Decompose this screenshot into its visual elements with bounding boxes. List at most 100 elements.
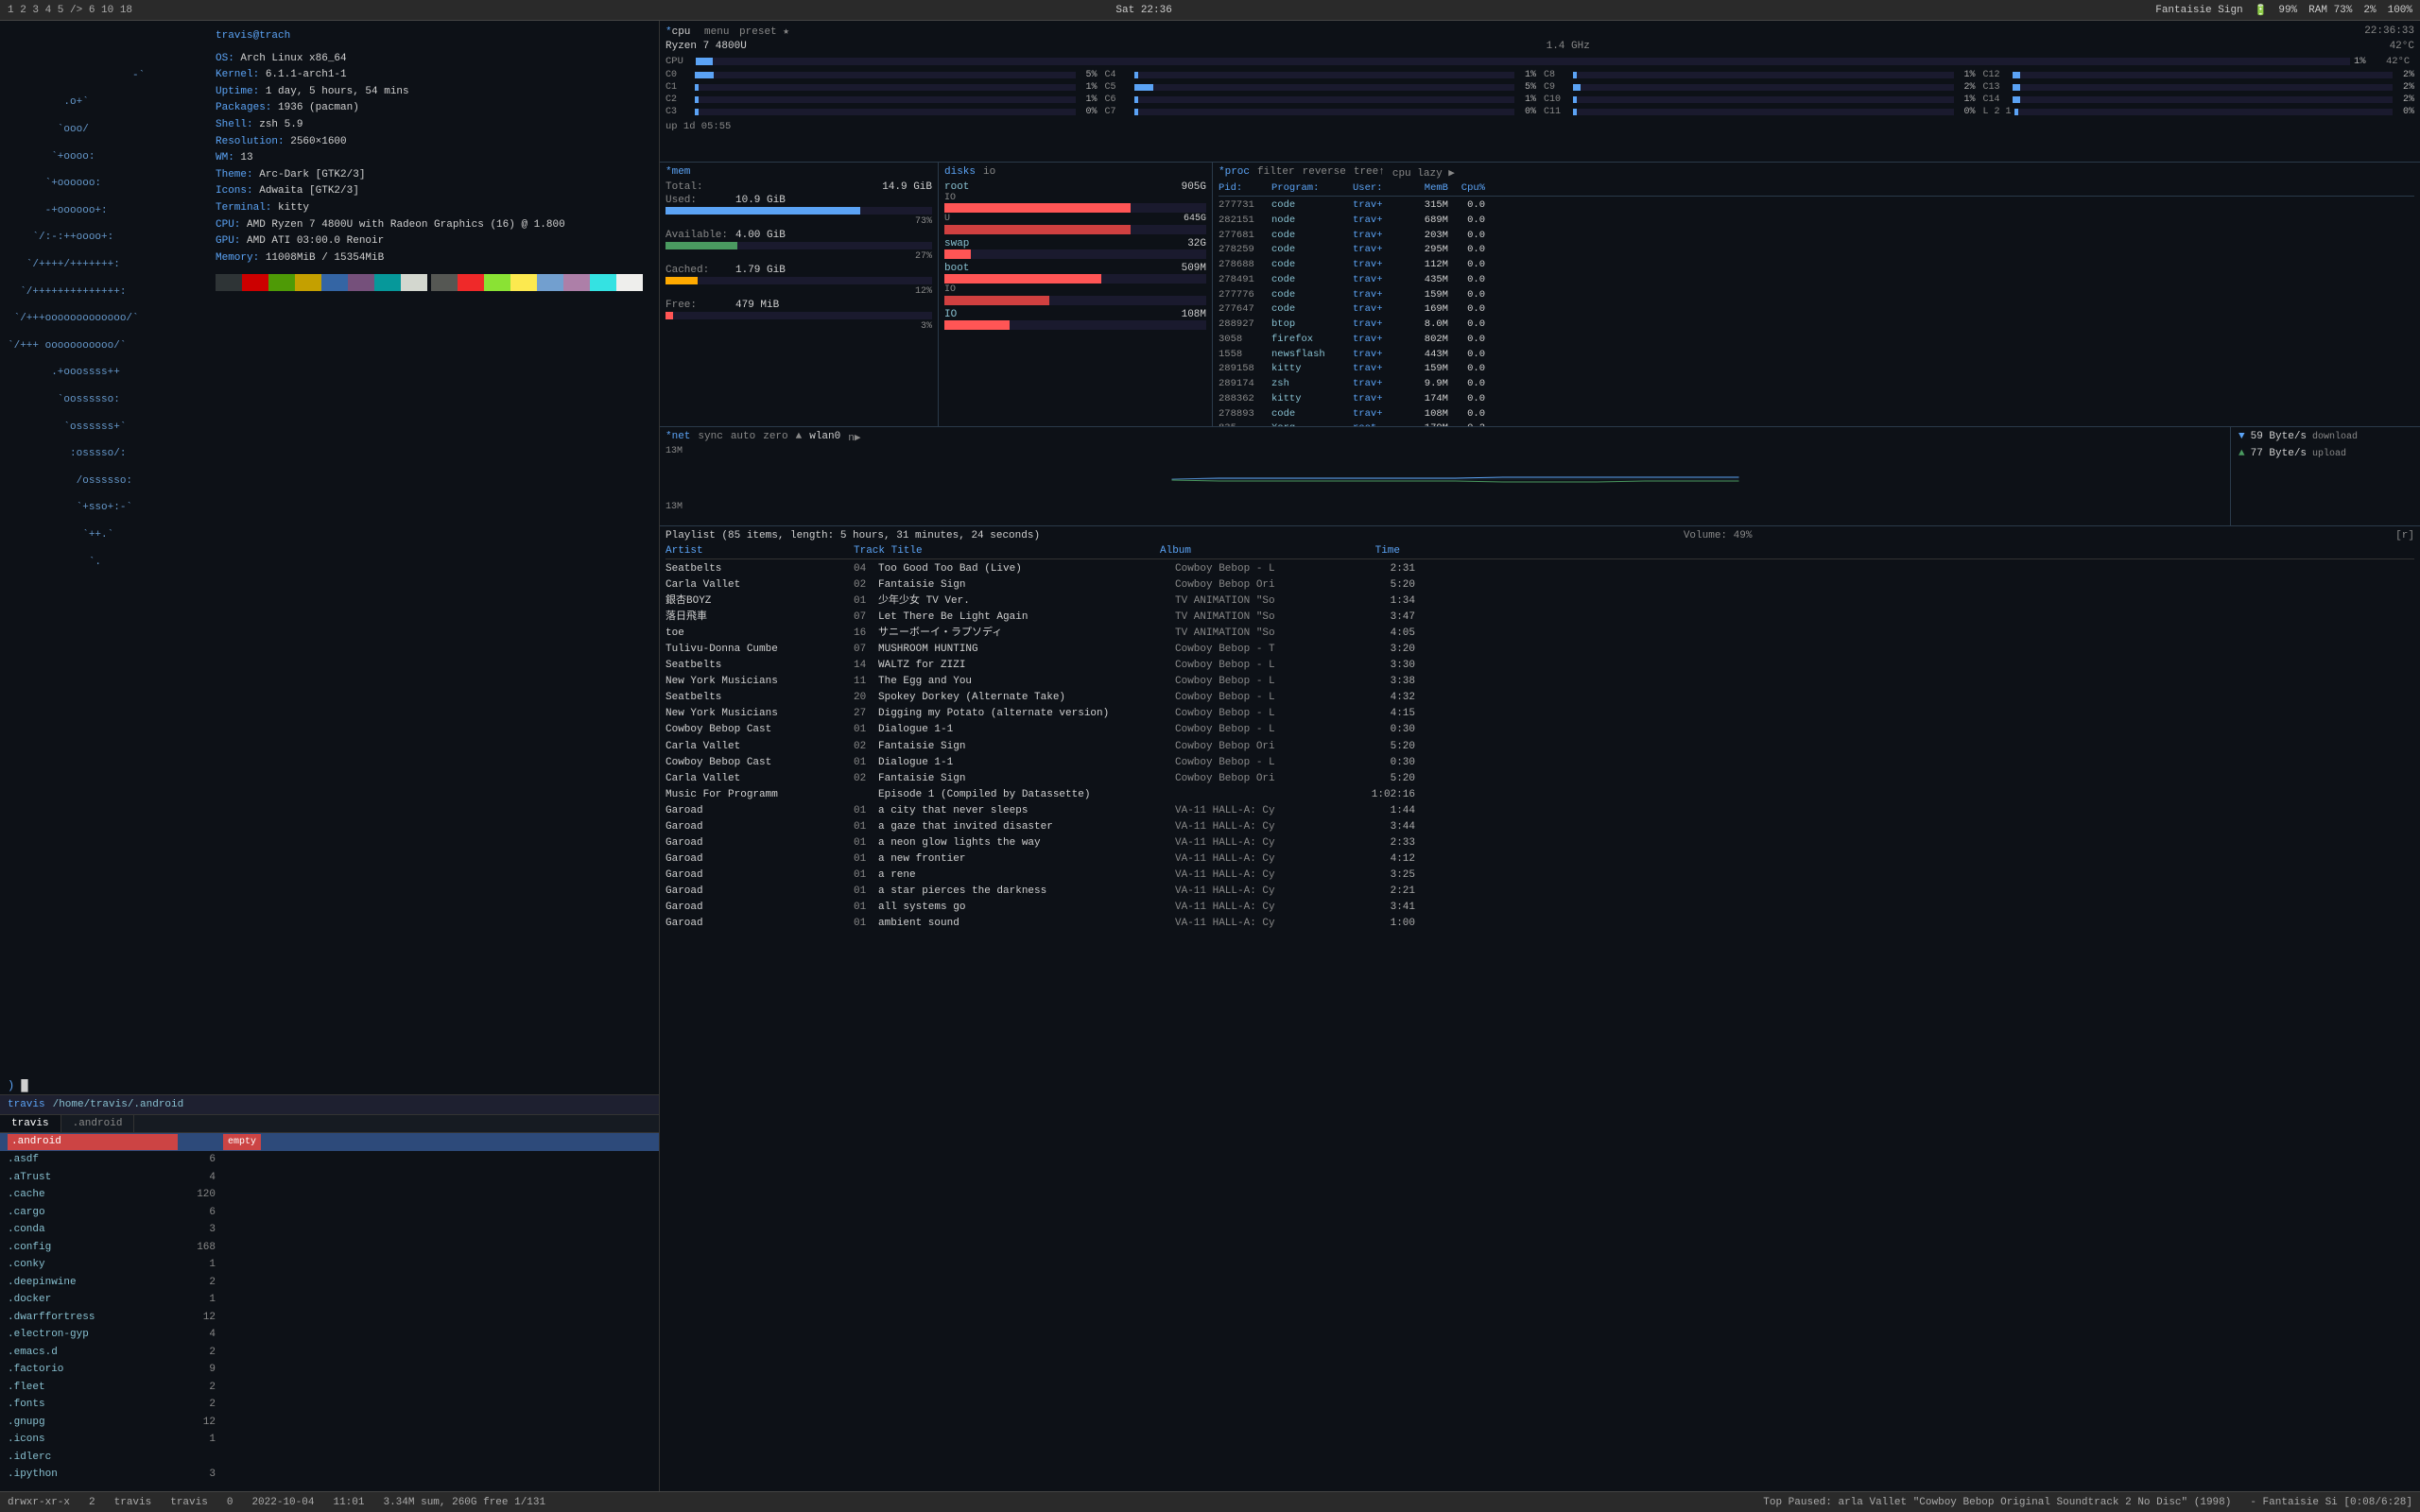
list-item[interactable]: .gnupg12 — [0, 1414, 659, 1432]
playlist-row[interactable]: Seatbelts 20 Spokey Dorkey (Alternate Ta… — [666, 690, 2414, 706]
terminal-prompt: ) █ — [0, 1077, 659, 1094]
proc-row: 288927 btop trav+ 8.0M 0.0 — [1219, 318, 2414, 333]
playlist-row[interactable]: toe 16 サニーボーイ・ラプソディ TV ANIMATION "So 4:0… — [666, 626, 2414, 642]
playlist-row[interactable]: Garoad 01 a star pierces the darkness VA… — [666, 884, 2414, 900]
proc-row: 835 Xorg root 179M 0.2 — [1219, 421, 2414, 426]
list-item[interactable]: .conda3 — [0, 1221, 659, 1239]
list-item[interactable]: .idlerc — [0, 1449, 659, 1467]
file-count: 12 — [178, 1415, 216, 1431]
proc-row: 278688 code trav+ 112M 0.0 — [1219, 258, 2414, 273]
cpu-time: 22:36:33 — [2364, 26, 2414, 37]
playlist-row[interactable]: Seatbelts 14 WALTZ for ZIZI Cowboy Bebop… — [666, 658, 2414, 674]
list-item[interactable]: .cache120 — [0, 1186, 659, 1204]
net-sync[interactable]: sync — [698, 431, 722, 444]
file-name: .cache — [8, 1187, 178, 1203]
disk-title: disks — [944, 166, 976, 178]
tab-travis[interactable]: travis — [0, 1115, 61, 1132]
proc-row: 277647 code trav+ 169M 0.0 — [1219, 302, 2414, 318]
list-item[interactable]: .icons1 — [0, 1431, 659, 1449]
cpu-usage: 2% — [2363, 5, 2376, 16]
file-manager[interactable]: travis /home/travis/.android travis .and… — [0, 1094, 659, 1491]
proc-row: 1558 newsflash trav+ 443M 0.0 — [1219, 348, 2414, 363]
file-name: .dwarffortress — [8, 1310, 178, 1326]
file-count: 6 — [178, 1152, 216, 1168]
playlist-row[interactable]: New York Musicians 11 The Egg and You Co… — [666, 674, 2414, 690]
net-zero[interactable]: zero — [763, 431, 787, 444]
datetime: Sat 22:36 — [1115, 5, 1171, 16]
list-item[interactable]: .cargo6 — [0, 1204, 659, 1222]
net-stats: ▼ 59 Byte/s download ▲ 77 Byte/s upload — [2231, 427, 2420, 525]
file-count: 4 — [178, 1327, 216, 1343]
net-graph: 13M 13M — [666, 446, 2224, 512]
cpu-core-row: C3 0% — [666, 107, 1098, 117]
cpu-core-row: C5 5% — [1105, 82, 1537, 93]
player-info2: - Fantaisie Si [0:08/6:28] — [2250, 1497, 2412, 1508]
cpu-core-row: C7 0% — [1105, 107, 1537, 117]
middle-row: *mem Total:14.9 GiB Used: 10.9 GiB 73% A… — [660, 163, 2420, 427]
playlist-row[interactable]: Cowboy Bebop Cast 01 Dialogue 1-1 Cowboy… — [666, 722, 2414, 738]
list-item[interactable]: .deepinwine2 — [0, 1274, 659, 1292]
list-item[interactable]: .emacs.d2 — [0, 1344, 659, 1362]
bottom-bar: drwxr-xr-x 2 travis travis 0 2022-10-04 … — [0, 1491, 2420, 1512]
playlist-row[interactable]: Garoad 01 a new frontier VA-11 HALL-A: C… — [666, 851, 2414, 868]
playlist-row[interactable]: Garoad 01 a rene VA-11 HALL-A: Cy 3:25 — [666, 868, 2414, 884]
cpu-section: *cpu menu preset ★ 22:36:33 Ryzen 7 4800… — [660, 21, 2420, 163]
file-name: .conky — [8, 1257, 178, 1273]
playlist-row[interactable]: Garoad 01 a gaze that invited disaster V… — [666, 819, 2414, 835]
list-item[interactable]: .dwarffortress12 — [0, 1309, 659, 1327]
neofetch-area: -` .o+` `ooo/ `+oooo: `+oooooo: -+oooooo… — [0, 21, 659, 1077]
tab-android[interactable]: .android — [61, 1115, 135, 1132]
file-name: .android — [8, 1134, 178, 1150]
proc-filter[interactable]: filter — [1257, 166, 1295, 180]
list-item[interactable]: .androidempty — [0, 1133, 659, 1151]
playlist-row[interactable]: Carla Vallet 02 Fantaisie Sign Cowboy Be… — [666, 577, 2414, 593]
file-name: .icons — [8, 1432, 178, 1448]
playlist-row[interactable]: 落日飛車 07 Let There Be Light Again TV ANIM… — [666, 610, 2414, 626]
list-item[interactable]: .conky1 — [0, 1256, 659, 1274]
download-speed: 59 Byte/s — [2251, 431, 2307, 442]
file-name: .idlerc — [8, 1450, 178, 1466]
proc-row: 278259 code trav+ 295M 0.0 — [1219, 243, 2414, 258]
playlist-row[interactable]: Tulivu-Donna Cumbe 07 MUSHROOM HUNTING C… — [666, 642, 2414, 658]
net-row: *net sync auto zero ▲ wlan0 n▶ 13M 13M — [660, 427, 2420, 526]
playlist-row[interactable]: 銀杏BOYZ 01 少年少女 TV Ver. TV ANIMATION "So … — [666, 593, 2414, 610]
proc-tree[interactable]: tree↑ — [1354, 166, 1385, 180]
playlist-row[interactable]: Seatbelts 04 Too Good Too Bad (Live) Cow… — [666, 561, 2414, 577]
cpu-menu[interactable]: menu — [704, 26, 729, 38]
list-item[interactable]: .factorio9 — [0, 1361, 659, 1379]
list-item[interactable]: .asdf6 — [0, 1151, 659, 1169]
file-group: travis — [170, 1497, 208, 1508]
file-size: 0 — [227, 1497, 233, 1508]
playlist-row[interactable]: Garoad 01 ambient sound VA-11 HALL-A: Cy… — [666, 916, 2414, 932]
list-item[interactable]: .config168 — [0, 1239, 659, 1257]
playlist-row[interactable]: Garoad 01 a city that never sleeps VA-11… — [666, 803, 2414, 819]
cpu-freq: 1.4 GHz — [1547, 41, 1590, 52]
file-count: 3 — [178, 1467, 216, 1481]
cpu-overall-bar — [696, 58, 713, 65]
file-count: 4 — [178, 1170, 216, 1186]
list-item[interactable]: .aTrust4 — [0, 1169, 659, 1187]
proc-row: 3058 firefox trav+ 802M 0.0 — [1219, 333, 2414, 348]
playlist-row[interactable]: Garoad 01 all systems go VA-11 HALL-A: C… — [666, 900, 2414, 916]
list-item[interactable]: .electron-gyp4 — [0, 1326, 659, 1344]
playlist-row[interactable]: Carla Vallet 02 Fantaisie Sign Cowboy Be… — [666, 739, 2414, 755]
cpu-preset[interactable]: preset ★ — [739, 26, 789, 38]
list-item[interactable]: .fleet2 — [0, 1379, 659, 1397]
list-item[interactable]: .ipython3 — [0, 1466, 659, 1481]
file-list[interactable]: .androidempty.asdf6.aTrust4.cache120.car… — [0, 1133, 659, 1481]
list-item[interactable]: .fonts2 — [0, 1396, 659, 1414]
playlist-row[interactable]: Music For Programm Episode 1 (Compiled b… — [666, 787, 2414, 803]
list-item[interactable]: .docker1 — [0, 1291, 659, 1309]
file-name: .config — [8, 1240, 178, 1256]
proc-reverse[interactable]: reverse — [1303, 166, 1346, 180]
playlist-row[interactable]: Garoad 01 a neon glow lights the way VA-… — [666, 835, 2414, 851]
proc-cpu-lazy[interactable]: cpu lazy ▶ — [1392, 166, 1455, 180]
net-auto[interactable]: auto — [731, 431, 755, 444]
playlist-row[interactable]: Cowboy Bebop Cast 01 Dialogue 1-1 Cowboy… — [666, 755, 2414, 771]
playlist-section: Playlist (85 items, length: 5 hours, 31 … — [660, 526, 2420, 1491]
top-bar-center: Sat 22:36 — [1115, 5, 1171, 16]
playlist-row[interactable]: Carla Vallet 02 Fantaisie Sign Cowboy Be… — [666, 771, 2414, 787]
playlist-row[interactable]: New York Musicians 27 Digging my Potato … — [666, 706, 2414, 722]
color-blocks — [216, 274, 643, 291]
file-count: 2 — [178, 1380, 216, 1396]
